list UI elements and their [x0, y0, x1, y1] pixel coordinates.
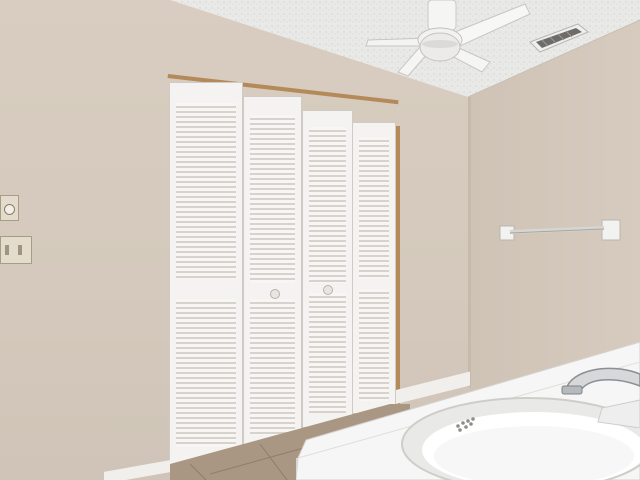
louver-upper	[359, 137, 389, 279]
faucet-icon[interactable]	[558, 362, 640, 428]
louver-upper	[250, 115, 295, 283]
door-knob[interactable]	[270, 289, 280, 299]
towel-bar-icon	[499, 219, 621, 241]
closet-door-panel-2[interactable]	[243, 96, 302, 450]
louver-upper	[309, 127, 346, 283]
louver-upper	[176, 103, 236, 279]
light-switch-icon[interactable]	[0, 236, 32, 264]
bathroom-photo	[0, 0, 640, 480]
door-knob[interactable]	[323, 285, 333, 295]
ceiling-fan-icon	[365, 0, 531, 77]
dimmer-icon[interactable]	[0, 195, 19, 221]
